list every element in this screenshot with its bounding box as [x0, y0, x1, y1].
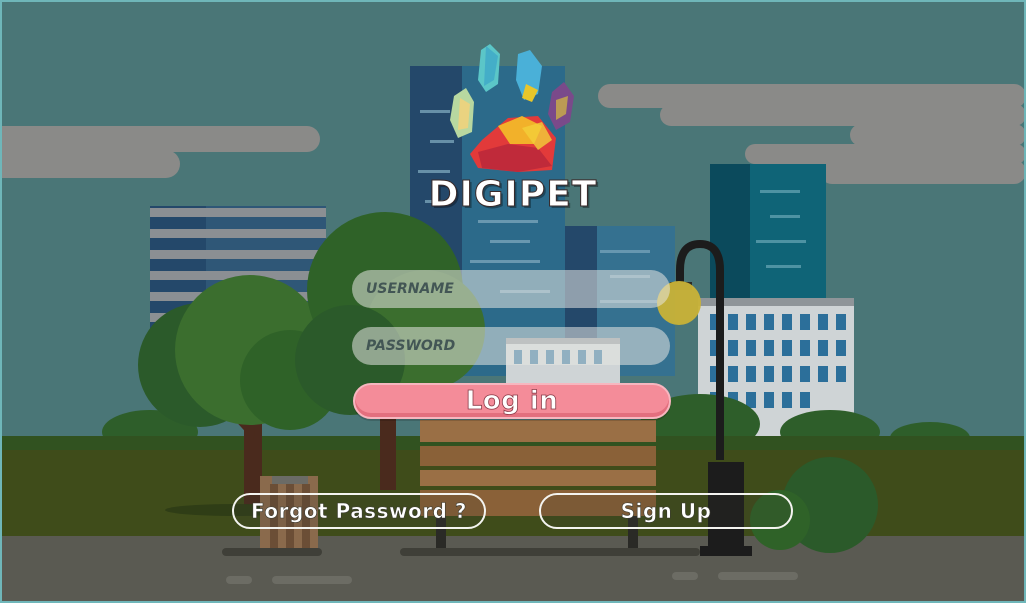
sign-up-label: Sign Up: [620, 499, 712, 524]
login-screen: DIGIPET Log in Forgot Password ? Sign Up: [0, 0, 1026, 603]
username-input[interactable]: [352, 270, 670, 308]
password-input[interactable]: [352, 327, 670, 365]
login-button-label: Log in: [465, 386, 559, 417]
forgot-password-button[interactable]: Forgot Password ?: [232, 493, 486, 529]
path: [0, 536, 1026, 603]
app-title: DIGIPET: [428, 174, 598, 216]
forgot-password-label: Forgot Password ?: [251, 499, 467, 524]
login-button[interactable]: Log in: [353, 383, 671, 419]
sign-up-button[interactable]: Sign Up: [539, 493, 793, 529]
